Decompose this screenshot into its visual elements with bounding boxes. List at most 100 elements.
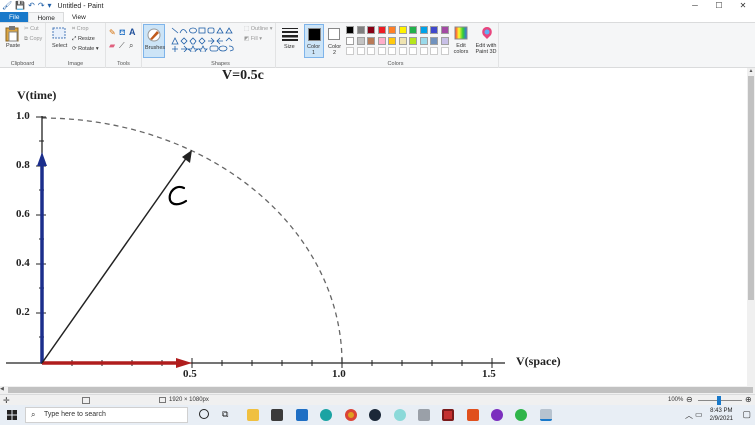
- office-icon[interactable]: [467, 409, 479, 421]
- app-icon[interactable]: [491, 409, 503, 421]
- notifications-icon[interactable]: ▢: [742, 409, 751, 420]
- drawing-canvas[interactable]: V=0.5c V(time) V(space) 1.0 0.8 0.6 0.4 …: [0, 68, 747, 386]
- chrome-icon[interactable]: [345, 409, 357, 421]
- taskbar-search-box[interactable]: ⌕ Type here to search: [25, 407, 188, 423]
- cortana-icon[interactable]: [199, 409, 209, 419]
- palette-swatch[interactable]: [356, 26, 365, 34]
- magnifier-icon[interactable]: ⌕: [129, 41, 133, 51]
- palette-swatch[interactable]: [356, 36, 365, 45]
- tab-view[interactable]: View: [64, 12, 94, 22]
- palette-swatch[interactable]: [377, 26, 386, 34]
- tab-home[interactable]: Home: [28, 12, 64, 22]
- outline-button[interactable]: ⬚ Outline ▾: [244, 26, 272, 32]
- steam-icon[interactable]: [369, 409, 381, 421]
- palette-swatch[interactable]: [430, 36, 438, 45]
- task-view-icon[interactable]: ⧉: [222, 409, 228, 420]
- minimize-button[interactable]: ─: [683, 0, 707, 12]
- custom-color-slot[interactable]: [440, 47, 449, 55]
- text-tool-icon[interactable]: A: [129, 27, 136, 37]
- fill-button[interactable]: ◩ Fill ▾: [244, 36, 262, 42]
- custom-color-slot[interactable]: [377, 47, 386, 55]
- eraser-icon[interactable]: ▰: [109, 41, 115, 50]
- horizontal-scroll-thumb[interactable]: [8, 387, 753, 393]
- store-icon[interactable]: [271, 409, 283, 421]
- app-icon[interactable]: [442, 409, 454, 421]
- vertical-scrollbar[interactable]: ▲: [747, 68, 755, 386]
- cut-button[interactable]: ✂ Cut: [24, 26, 39, 32]
- palette-swatch[interactable]: [409, 26, 417, 34]
- paste-icon[interactable]: [5, 26, 19, 42]
- redo-icon[interactable]: ↷: [38, 1, 45, 11]
- size-button[interactable]: Size: [277, 23, 303, 68]
- vertical-scroll-thumb[interactable]: [748, 76, 754, 300]
- color1-button[interactable]: Color 1: [304, 24, 324, 58]
- network-icon[interactable]: ▭: [695, 410, 703, 419]
- y-tick-label: 0.8: [16, 159, 30, 171]
- palette-swatch[interactable]: [440, 36, 449, 45]
- taskbar-clock[interactable]: 8:43 PM 2/9/2021: [710, 407, 733, 423]
- select-button-label[interactable]: Select: [52, 43, 67, 49]
- horizontal-scrollbar[interactable]: ◀: [0, 386, 755, 394]
- resize-button[interactable]: ⤢ Resize: [72, 36, 95, 43]
- custom-color-slot[interactable]: [409, 47, 417, 55]
- palette-swatch[interactable]: [377, 36, 386, 45]
- save-icon[interactable]: 💾: [15, 1, 25, 11]
- custom-color-slot[interactable]: [356, 47, 365, 55]
- custom-color-slot[interactable]: [398, 47, 407, 55]
- palette-swatch[interactable]: [367, 26, 375, 34]
- paint3d-icon[interactable]: [480, 26, 494, 40]
- color2-button[interactable]: Color 2: [325, 23, 343, 68]
- palette-swatch[interactable]: [419, 36, 428, 45]
- select-icon[interactable]: [52, 27, 66, 39]
- paste-button-label[interactable]: Paste: [6, 43, 20, 49]
- palette-swatch[interactable]: [367, 36, 375, 45]
- fill-bucket-icon[interactable]: ⛾: [119, 28, 126, 38]
- zoom-in-icon[interactable]: ⊕: [745, 395, 752, 404]
- tray-chevron-icon[interactable]: ︿: [685, 410, 693, 421]
- palette-swatch[interactable]: [346, 36, 354, 45]
- custom-color-slot[interactable]: [388, 47, 396, 55]
- copy-button[interactable]: ⧉ Copy: [24, 36, 42, 43]
- edge-icon[interactable]: [320, 409, 332, 421]
- customize-dropdown-icon[interactable]: ▾: [48, 1, 52, 11]
- brushes-button[interactable]: Brushes: [143, 24, 165, 58]
- palette-swatch[interactable]: [440, 26, 449, 34]
- zoom-slider-thumb[interactable]: [717, 396, 721, 405]
- windows-start-icon[interactable]: [7, 410, 17, 420]
- app-icon[interactable]: [394, 409, 406, 421]
- image-dimensions: 1920 × 1080px: [169, 397, 209, 403]
- mail-icon[interactable]: [296, 409, 308, 421]
- custom-color-slot[interactable]: [346, 47, 354, 55]
- zoom-out-icon[interactable]: ⊖: [686, 395, 693, 404]
- scroll-left-icon[interactable]: ◀: [0, 386, 4, 392]
- crop-button[interactable]: ⌗ Crop: [72, 26, 89, 33]
- scroll-up-icon[interactable]: ▲: [747, 68, 755, 74]
- palette-swatch[interactable]: [398, 36, 407, 45]
- custom-color-slot[interactable]: [430, 47, 438, 55]
- app-icon[interactable]: [418, 409, 430, 421]
- clock-date: 2/9/2021: [709, 416, 733, 422]
- tab-file[interactable]: File: [0, 12, 29, 22]
- palette-swatch[interactable]: [409, 36, 417, 45]
- file-explorer-icon[interactable]: [247, 409, 259, 421]
- palette-swatch[interactable]: [388, 36, 396, 45]
- edit-paint3d-label[interactable]: Edit with Paint 3D: [473, 43, 499, 55]
- pencil-icon[interactable]: ✎: [109, 28, 116, 37]
- undo-icon[interactable]: ↶: [28, 1, 35, 11]
- app-icon[interactable]: [515, 409, 527, 421]
- close-button[interactable]: ✕: [731, 0, 755, 12]
- paint-taskbar-icon[interactable]: [540, 409, 552, 421]
- palette-swatch[interactable]: [388, 26, 396, 34]
- rotate-button[interactable]: ⟳ Rotate ▾: [72, 46, 99, 52]
- maximize-button[interactable]: ☐: [707, 0, 731, 12]
- palette-swatch[interactable]: [346, 26, 354, 34]
- edit-colors-label[interactable]: Edit colors: [452, 43, 470, 55]
- palette-swatch[interactable]: [398, 26, 407, 34]
- custom-color-slot[interactable]: [419, 47, 428, 55]
- edit-colors-icon[interactable]: [454, 26, 468, 40]
- palette-swatch[interactable]: [430, 26, 438, 34]
- palette-swatch[interactable]: [419, 26, 428, 34]
- shapes-gallery[interactable]: [170, 26, 238, 52]
- custom-color-slot[interactable]: [367, 47, 375, 55]
- color-picker-icon[interactable]: ⟋: [119, 41, 125, 51]
